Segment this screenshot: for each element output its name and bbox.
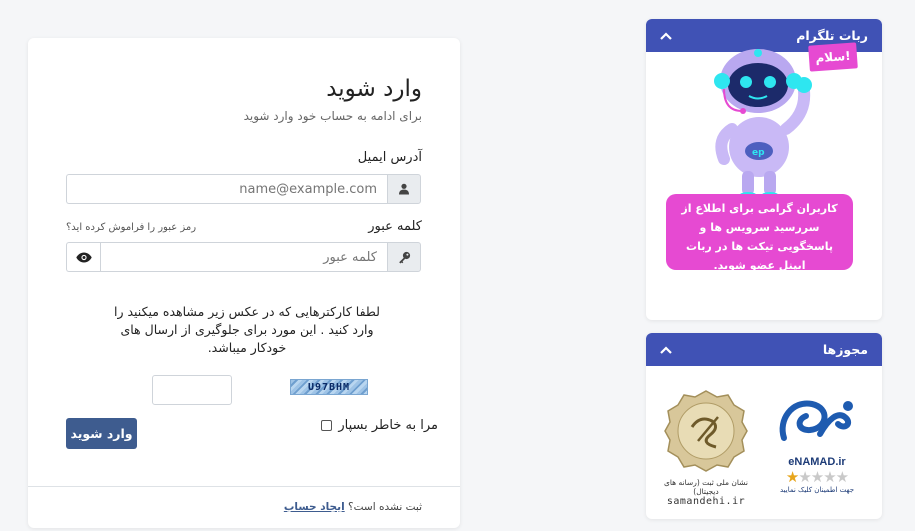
- login-subtitle: برای ادامه به حساب خود وارد شوید: [243, 109, 422, 123]
- remember-me-checkbox[interactable]: [321, 420, 333, 431]
- password-label: کلمه عبور: [368, 219, 422, 234]
- telegram-promo-text: کاربران گرامی برای اطلاع از سررسید سرویس…: [666, 194, 853, 272]
- enamad-title: eNAMAD.ir: [788, 456, 846, 468]
- captcha-image: U97BHM: [290, 379, 368, 395]
- samandehi-seal-icon: [664, 390, 748, 472]
- star-icon: ★: [785, 468, 799, 486]
- password-input[interactable]: [100, 242, 387, 272]
- captcha-input[interactable]: [152, 375, 232, 405]
- enamad-badge[interactable]: eNAMAD.ir ★★★★★ جهت اطمینان کلیک نمایید: [772, 390, 862, 508]
- samandehi-caption: نشان ملی ثبت (رسانه های دیجیتال): [664, 478, 748, 496]
- user-icon: [387, 174, 421, 204]
- chevron-up-icon[interactable]: [660, 345, 672, 354]
- email-input[interactable]: [66, 174, 387, 204]
- create-account-link[interactable]: ایجاد حساب: [284, 501, 345, 513]
- show-password-toggle[interactable]: [66, 242, 100, 272]
- enamad-logo-icon: [779, 400, 853, 441]
- telegram-panel: ربات تلگرام ep سلام! کاربران گرامی برای …: [646, 19, 882, 320]
- remember-me-label: مرا به خاطر بسپار: [338, 418, 438, 433]
- card-footer: ثبت نشده است؟ ایجاد حساب: [28, 486, 460, 528]
- eye-icon: [75, 252, 92, 262]
- captcha-instructions: لطفا کارکترهایی که در عکس زیر مشاهده میک…: [113, 304, 380, 355]
- email-label: آدرس ایمیل: [357, 150, 422, 165]
- telegram-banner[interactable]: ep سلام! کاربران گرامی برای اطلاع از سرر…: [646, 19, 882, 287]
- licenses-panel: مجوزها eNAMAD.ir ★★★★★ جهت اطمینان کلیک …: [646, 333, 882, 519]
- password-input-group: [66, 242, 421, 272]
- enamad-rating-stars: ★★★★★: [772, 468, 862, 486]
- not-registered-text: ثبت نشده است؟: [348, 501, 422, 513]
- login-card: وارد شوید برای ادامه به حساب خود وارد شو…: [28, 38, 460, 528]
- register-prompt: ثبت نشده است؟ ایجاد حساب: [284, 501, 422, 513]
- forgot-password-link[interactable]: رمز عبور را فراموش کرده اید؟: [66, 222, 196, 233]
- page-title: وارد شوید: [326, 76, 422, 102]
- samandehi-badge[interactable]: نشان ملی ثبت (رسانه های دیجیتال) samande…: [660, 388, 752, 510]
- star-icon: ★★★★: [798, 468, 849, 486]
- remember-me[interactable]: مرا به خاطر بسپار: [321, 418, 438, 433]
- login-button[interactable]: وارد شوید: [66, 418, 137, 449]
- salam-bubble: سلام!: [808, 42, 858, 72]
- enamad-caption: جهت اطمینان کلیک نمایید: [779, 486, 855, 494]
- key-icon: [387, 242, 421, 272]
- panel-title: مجوزها: [822, 342, 868, 357]
- email-input-group: [66, 174, 421, 204]
- licenses-panel-header[interactable]: مجوزها: [646, 333, 882, 366]
- svg-text:ep: ep: [752, 148, 765, 158]
- samandehi-url: samandehi.ir: [666, 496, 746, 507]
